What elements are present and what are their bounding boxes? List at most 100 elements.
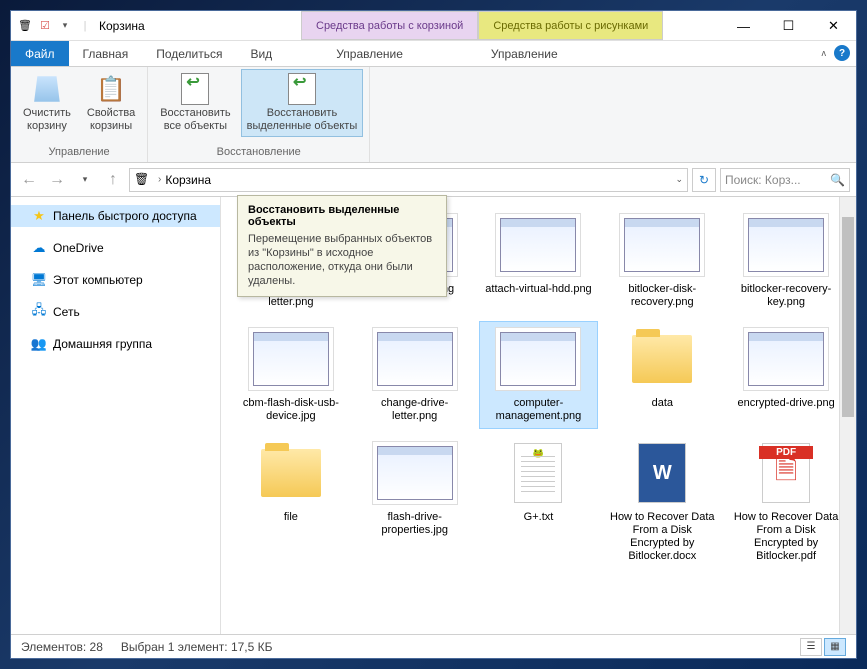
recycle-properties-label: Свойства корзины — [87, 107, 135, 133]
file-name: How to Recover Data From a Disk Encrypte… — [732, 511, 840, 563]
file-item[interactable]: encrypted-drive.png — [726, 321, 846, 429]
sidebar-label: Домашняя группа — [53, 337, 152, 351]
explorer-window: 🗑 ☑ ▾ | Корзина Средства работы с корзин… — [10, 10, 857, 659]
file-name: flash-drive-properties.jpg — [361, 511, 469, 537]
network-icon: 🖧 — [31, 304, 47, 320]
sidebar-item-homegroup[interactable]: 👥 Домашняя группа — [11, 333, 220, 355]
cloud-icon: ☁ — [31, 240, 47, 256]
star-icon: ★ — [31, 208, 47, 224]
file-name: data — [652, 397, 673, 410]
tooltip-body: Перемещение выбранных объектов из "Корзи… — [248, 232, 436, 288]
sidebar-label: OneDrive — [53, 241, 104, 255]
context-tab-pictures[interactable]: Средства работы с рисунками — [478, 11, 663, 40]
forward-button[interactable]: → — [45, 168, 69, 192]
history-dropdown[interactable]: ▾ — [73, 168, 97, 192]
status-bar: Элементов: 28 Выбран 1 элемент: 17,5 КБ … — [11, 634, 856, 658]
restore-all-icon — [179, 73, 211, 105]
details-view-button[interactable]: ☰ — [800, 638, 822, 656]
tab-share[interactable]: Поделиться — [142, 41, 236, 66]
search-placeholder: Поиск: Корз... — [725, 173, 801, 187]
sidebar-item-quick-access[interactable]: ★ Панель быстрого доступа — [11, 205, 220, 227]
sidebar-item-this-pc[interactable]: 🖥 Этот компьютер — [11, 269, 220, 291]
collapse-ribbon-icon[interactable]: ʌ — [822, 48, 827, 58]
tooltip-title: Восстановить выделенные объекты — [248, 204, 436, 228]
search-input[interactable]: Поиск: Корз... 🔍 — [720, 168, 850, 192]
file-item[interactable]: flash-drive-properties.jpg — [355, 435, 475, 569]
properties-icon: 📋 — [95, 73, 127, 105]
item-count: Элементов: 28 — [21, 640, 103, 654]
help-icon[interactable]: ? — [834, 45, 850, 61]
sidebar-item-network[interactable]: 🖧 Сеть — [11, 301, 220, 323]
restore-selected-button[interactable]: Восстановить выделенные объекты — [241, 69, 364, 137]
close-button[interactable]: ✕ — [811, 11, 856, 41]
tab-manage-pictures[interactable]: Управление — [477, 41, 572, 66]
file-name: change-drive-letter.png — [361, 397, 469, 423]
recycle-bin-icon: 🗑 — [17, 18, 33, 34]
quick-access-toolbar: 🗑 ☑ ▾ | — [11, 18, 99, 34]
homegroup-icon: 👥 — [31, 336, 47, 352]
maximize-button[interactable]: ☐ — [766, 11, 811, 41]
monitor-icon: 🖥 — [31, 272, 47, 288]
tab-view[interactable]: Вид — [236, 41, 286, 66]
sidebar-label: Этот компьютер — [53, 273, 143, 287]
file-name: How to Recover Data From a Disk Encrypte… — [608, 511, 716, 563]
file-name: encrypted-drive.png — [737, 397, 834, 410]
file-item[interactable]: file — [231, 435, 351, 569]
restore-all-button[interactable]: Восстановить все объекты — [154, 69, 236, 137]
title-bar: 🗑 ☑ ▾ | Корзина Средства работы с корзин… — [11, 11, 856, 41]
up-button[interactable]: ↑ — [101, 168, 125, 192]
tab-file[interactable]: Файл — [11, 41, 69, 66]
file-item[interactable]: attach-virtual-hdd.png — [479, 207, 599, 315]
file-item[interactable]: WHow to Recover Data From a Disk Encrypt… — [602, 435, 722, 569]
file-item[interactable]: change-drive-letter.png — [355, 321, 475, 429]
file-item[interactable]: computer-management.png — [479, 321, 599, 429]
qat-properties-icon[interactable]: ☑ — [37, 18, 53, 34]
sidebar-item-onedrive[interactable]: ☁ OneDrive — [11, 237, 220, 259]
refresh-button[interactable]: ↻ — [692, 168, 716, 192]
sidebar-label: Панель быстрого доступа — [53, 209, 197, 223]
ribbon-right-controls: ʌ ? — [822, 45, 851, 61]
thumbnails-view-button[interactable]: ▦ — [824, 638, 846, 656]
qat-dropdown-icon[interactable]: ▾ — [57, 18, 73, 34]
sidebar-label: Сеть — [53, 305, 80, 319]
file-name: cbm-flash-disk-usb-device.jpg — [237, 397, 345, 423]
ribbon-group-manage: Очистить корзину 📋 Свойства корзины Упра… — [11, 67, 148, 162]
file-name: bitlocker-disk-recovery.png — [608, 283, 716, 309]
tab-home[interactable]: Главная — [69, 41, 143, 66]
file-item[interactable]: 🗎How to Recover Data From a Disk Encrypt… — [726, 435, 846, 569]
navigation-pane: ★ Панель быстрого доступа ☁ OneDrive 🖥 Э… — [11, 197, 221, 634]
scrollbar-thumb[interactable] — [842, 217, 854, 417]
recycle-properties-button[interactable]: 📋 Свойства корзины — [81, 69, 141, 137]
address-dropdown-icon[interactable]: ⌄ — [675, 174, 683, 185]
back-button[interactable]: ← — [17, 168, 41, 192]
file-name: attach-virtual-hdd.png — [485, 283, 591, 296]
empty-recycle-button[interactable]: Очистить корзину — [17, 69, 77, 137]
context-tab-recycle[interactable]: Средства работы с корзиной — [301, 11, 478, 40]
file-name: file — [284, 511, 298, 524]
tooltip: Восстановить выделенные объекты Перемеще… — [237, 195, 447, 297]
restore-all-label: Восстановить все объекты — [160, 107, 230, 133]
file-item[interactable]: data — [602, 321, 722, 429]
vertical-scrollbar[interactable] — [839, 197, 856, 634]
ribbon-group-restore: Восстановить все объекты Восстановить вы… — [148, 67, 370, 162]
file-item[interactable]: 🐸G+.txt — [479, 435, 599, 569]
file-item[interactable]: bitlocker-recovery-key.png — [726, 207, 846, 315]
file-item[interactable]: bitlocker-disk-recovery.png — [602, 207, 722, 315]
selection-info: Выбран 1 элемент: 17,5 КБ — [121, 640, 273, 654]
ribbon-panel: Очистить корзину 📋 Свойства корзины Упра… — [11, 67, 856, 163]
ribbon-group-manage-label: Управление — [17, 146, 141, 160]
navigation-bar: ← → ▾ ↑ 🗑 › Корзина ⌄ ↻ Поиск: Корз... 🔍 — [11, 163, 856, 197]
tab-manage-recycle[interactable]: Управление — [322, 41, 417, 66]
empty-recycle-icon — [31, 73, 63, 105]
minimize-button[interactable]: — — [721, 11, 766, 41]
qat-separator: | — [77, 18, 93, 34]
file-item[interactable]: cbm-flash-disk-usb-device.jpg — [231, 321, 351, 429]
search-icon[interactable]: 🔍 — [830, 173, 845, 187]
breadcrumb-location[interactable]: Корзина — [165, 173, 211, 187]
address-bar[interactable]: 🗑 › Корзина ⌄ — [129, 168, 688, 192]
file-name: G+.txt — [524, 511, 554, 524]
ribbon-group-restore-label: Восстановление — [154, 146, 363, 160]
empty-recycle-label: Очистить корзину — [23, 107, 71, 133]
restore-selected-label: Восстановить выделенные объекты — [247, 107, 358, 133]
restore-selected-icon — [286, 73, 318, 105]
